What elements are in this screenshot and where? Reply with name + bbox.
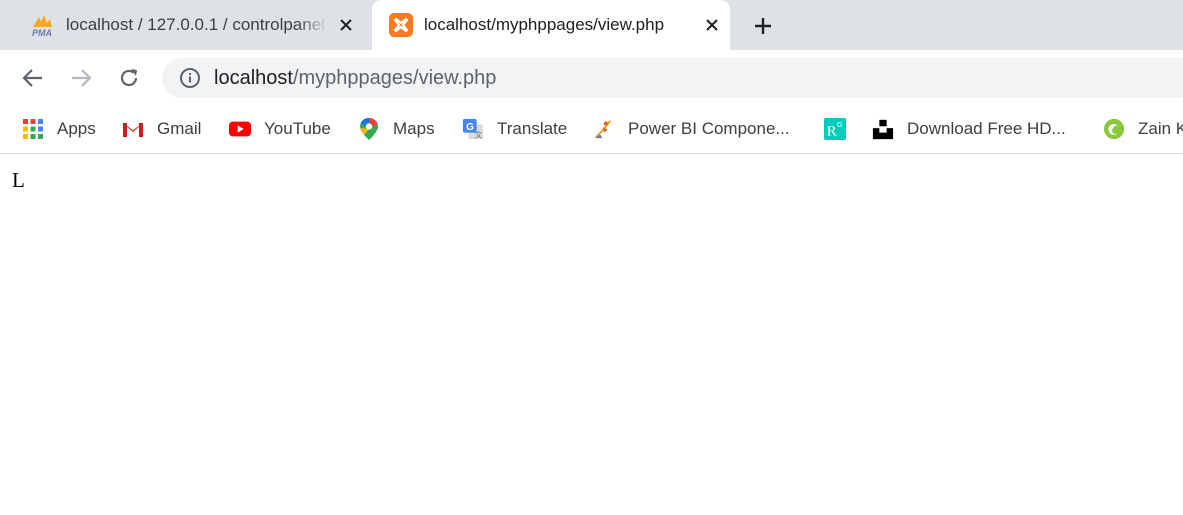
- forward-button[interactable]: [65, 62, 97, 94]
- gmail-icon: [122, 118, 144, 140]
- maps-icon: [358, 118, 380, 140]
- page-content: L: [0, 154, 1183, 515]
- svg-text:G: G: [466, 122, 474, 133]
- url-text[interactable]: localhost/myphppages/view.php: [214, 67, 496, 90]
- close-tab-icon[interactable]: [700, 13, 724, 37]
- bookmark-youtube[interactable]: YouTube: [229, 115, 331, 143]
- new-tab-button[interactable]: [748, 11, 778, 41]
- tab-view-php[interactable]: localhost/myphppages/view.php: [372, 0, 730, 50]
- bookmark-translate[interactable]: G 文 Translate: [462, 115, 567, 143]
- browser-toolbar: localhost/myphppages/view.php: [0, 50, 1183, 105]
- bookmark-zain[interactable]: Zain K: [1103, 115, 1183, 143]
- translate-icon: G 文: [462, 118, 484, 140]
- bookmark-label: Zain K: [1138, 119, 1183, 138]
- unsplash-icon: [872, 118, 894, 140]
- page-output-text: L: [12, 168, 25, 192]
- tab-phpmyadmin[interactable]: PMA localhost / 127.0.0.1 / controlpanel: [0, 0, 370, 50]
- svg-text:R: R: [827, 123, 837, 139]
- bookmark-apps[interactable]: Apps: [22, 115, 96, 143]
- reload-icon: [120, 69, 138, 87]
- arrow-right-icon: [72, 69, 92, 87]
- researchgate-icon: R G: [824, 118, 846, 140]
- tab-title: localhost/myphppages/view.php: [424, 15, 665, 34]
- bookmark-gmail[interactable]: Gmail: [122, 115, 201, 143]
- bookmark-label: Power BI Compone...: [628, 119, 790, 138]
- bookmark-unsplash[interactable]: Download Free HD...: [872, 115, 1066, 143]
- bookmark-label: Maps: [393, 119, 435, 138]
- tab-title: localhost / 127.0.0.1 / controlpanel: [66, 15, 325, 34]
- close-tab-icon[interactable]: [334, 13, 358, 37]
- bookmark-label: Apps: [57, 119, 96, 138]
- address-bar[interactable]: localhost/myphppages/view.php: [162, 58, 1183, 98]
- apps-grid-icon: [22, 118, 44, 140]
- back-button[interactable]: [17, 62, 49, 94]
- svg-text:G: G: [837, 120, 843, 129]
- powerbi-icon: [593, 118, 615, 140]
- arrow-left-icon: [22, 69, 42, 87]
- svg-text:文: 文: [475, 130, 483, 139]
- xampp-icon: [388, 12, 414, 38]
- bookmark-label: Gmail: [157, 119, 202, 138]
- zain-icon: [1103, 118, 1125, 140]
- bookmark-label: YouTube: [264, 119, 331, 138]
- info-icon[interactable]: [178, 66, 202, 90]
- bookmarks-bar: Apps Gmail YouTube Maps G 文 Translate Po…: [0, 105, 1183, 154]
- svg-text:PMA: PMA: [32, 28, 52, 37]
- bookmark-label: Download Free HD...: [907, 119, 1066, 138]
- url-path: /myphppages/view.php: [292, 66, 497, 89]
- url-host: localhost: [214, 66, 293, 89]
- plus-icon: [755, 18, 771, 34]
- phpmyadmin-icon: PMA: [30, 12, 56, 38]
- reload-button[interactable]: [113, 62, 145, 94]
- bookmark-researchgate[interactable]: R G: [824, 115, 846, 143]
- youtube-icon: [229, 118, 251, 140]
- bookmark-maps[interactable]: Maps: [358, 115, 435, 143]
- bookmark-powerbi[interactable]: Power BI Compone...: [593, 115, 790, 143]
- tab-strip: PMA localhost / 127.0.0.1 / controlpanel…: [0, 0, 1183, 50]
- bookmark-label: Translate: [497, 119, 568, 138]
